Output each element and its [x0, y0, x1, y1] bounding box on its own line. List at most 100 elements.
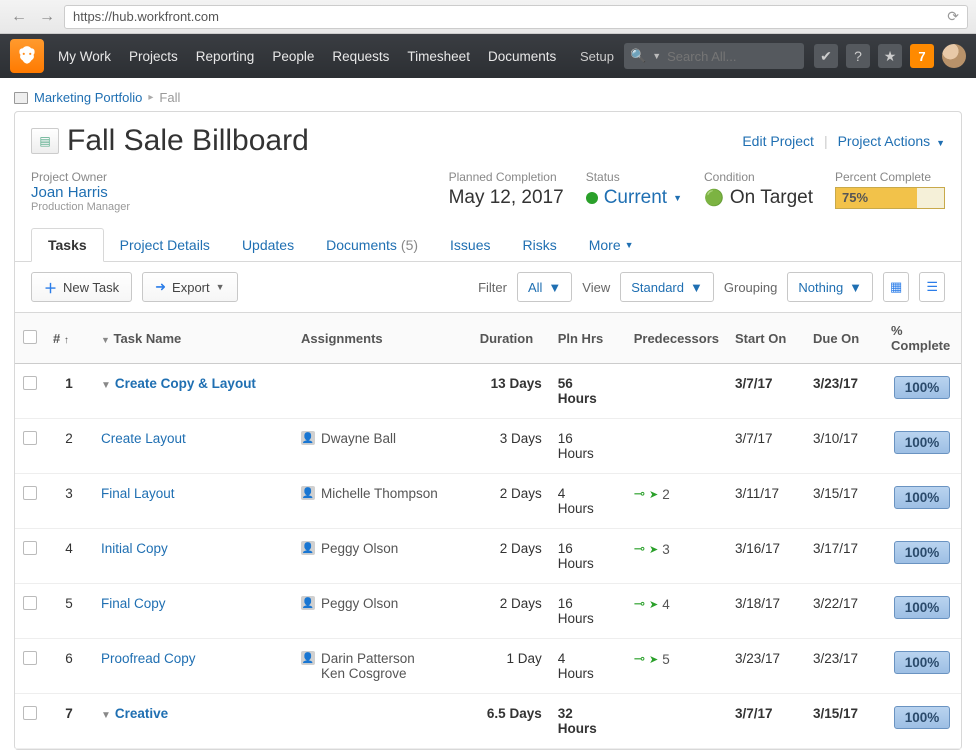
arrow-icon: ➤ — [649, 543, 658, 556]
lion-icon — [14, 43, 40, 69]
predecessor-link[interactable]: ⊸➤ 3 — [634, 541, 670, 557]
new-task-button[interactable]: ＋New Task — [31, 272, 132, 302]
table-row: 4Initial Copy👤Peggy Olson2 Days16Hours⊸➤… — [15, 529, 961, 584]
task-name-link[interactable]: Create Layout — [101, 431, 186, 446]
grouping-dropdown[interactable]: Nothing ▼ — [787, 272, 873, 302]
due-date-cell: 3/15/17 — [805, 474, 883, 529]
col-task-name[interactable]: ▼ Task Name — [93, 313, 293, 364]
assignee-name[interactable]: Michelle Thompson — [321, 486, 438, 501]
nav-reporting[interactable]: Reporting — [196, 49, 255, 64]
person-icon: 👤 — [301, 596, 315, 610]
assignee-name[interactable]: Darin Patterson — [321, 651, 415, 666]
tab-documents[interactable]: Documents (5) — [310, 228, 434, 262]
percent-complete-button[interactable]: 100% — [894, 486, 950, 509]
planned-hours-cell: 56Hours — [550, 364, 626, 419]
assignee-name[interactable]: Peggy Olson — [321, 596, 398, 611]
tab-updates[interactable]: Updates — [226, 228, 310, 262]
row-checkbox[interactable] — [23, 486, 37, 500]
nav-people[interactable]: People — [272, 49, 314, 64]
tab-risks[interactable]: Risks — [507, 228, 573, 262]
predecessor-link[interactable]: ⊸➤ 5 — [634, 651, 670, 667]
col-start-on[interactable]: Start On — [727, 313, 805, 364]
predecessor-link[interactable]: ⊸➤ 2 — [634, 486, 670, 502]
assignee-name[interactable]: Peggy Olson — [321, 541, 398, 556]
col-due-on[interactable]: Due On — [805, 313, 883, 364]
nav-documents[interactable]: Documents — [488, 49, 556, 64]
help-icon[interactable]: ? — [846, 44, 870, 68]
percent-complete-button[interactable]: 100% — [894, 376, 950, 399]
tab-more[interactable]: More ▼ — [573, 228, 650, 262]
assignee-name[interactable]: Ken Cosgrove — [321, 666, 415, 681]
notifications-badge[interactable]: 7 — [910, 44, 934, 68]
col-planned-hours[interactable]: Pln Hrs — [550, 313, 626, 364]
assignee-name[interactable]: Dwayne Ball — [321, 431, 396, 446]
planned-hours-cell: 4Hours — [550, 639, 626, 694]
nav-setup[interactable]: Setup — [580, 49, 614, 64]
browser-forward-button[interactable]: → — [36, 6, 58, 28]
view-gantt-toggle[interactable]: ☰ — [919, 272, 945, 302]
task-name-link[interactable]: Create Copy & Layout — [115, 376, 256, 391]
expand-toggle-icon[interactable]: ▼ — [101, 380, 111, 391]
percent-complete-button[interactable]: 100% — [894, 431, 950, 454]
row-checkbox[interactable] — [23, 596, 37, 610]
planned-hours-cell: 16Hours — [550, 529, 626, 584]
col-percent-complete[interactable]: % Complete — [883, 313, 961, 364]
col-predecessors[interactable]: Predecessors — [626, 313, 727, 364]
search-scope-caret-icon[interactable]: ▼ — [652, 51, 661, 61]
percent-complete-button[interactable]: 100% — [894, 541, 950, 564]
grouping-label: Grouping — [724, 280, 777, 295]
reload-icon[interactable]: ⟳ — [947, 8, 959, 25]
row-number: 6 — [45, 639, 93, 694]
approvals-icon[interactable]: ✔ — [814, 44, 838, 68]
task-name-link[interactable]: Initial Copy — [101, 541, 168, 556]
filter-dropdown[interactable]: All ▼ — [517, 272, 572, 302]
start-date-cell: 3/7/17 — [727, 694, 805, 749]
breadcrumb-root[interactable]: Marketing Portfolio — [34, 90, 142, 105]
row-checkbox[interactable] — [23, 376, 37, 390]
task-name-link[interactable]: Creative — [115, 706, 168, 721]
tab-project-details[interactable]: Project Details — [104, 228, 226, 262]
owner-name[interactable]: Joan Harris — [31, 184, 130, 201]
export-button[interactable]: ➜Export ▼ — [142, 272, 237, 302]
col-number[interactable]: # ↑ — [45, 313, 93, 364]
view-list-toggle[interactable]: ▦ — [883, 272, 909, 302]
row-checkbox[interactable] — [23, 431, 37, 445]
search-input[interactable] — [667, 49, 787, 64]
caret-down-icon: ▼ — [849, 280, 862, 295]
predecessor-link[interactable]: ⊸➤ 4 — [634, 596, 670, 612]
task-name-link[interactable]: Proofread Copy — [101, 651, 196, 666]
browser-back-button[interactable]: ← — [8, 6, 30, 28]
status-dropdown[interactable]: Current ▼ — [586, 187, 682, 209]
app-logo[interactable] — [10, 39, 44, 73]
planned-hours-cell: 32Hours — [550, 694, 626, 749]
col-assignments[interactable]: Assignments — [293, 313, 472, 364]
view-dropdown[interactable]: Standard ▼ — [620, 272, 714, 302]
row-checkbox[interactable] — [23, 651, 37, 665]
browser-url-field[interactable]: https://hub.workfront.com ⟳ — [64, 5, 968, 29]
project-actions-dropdown[interactable]: Project Actions ▼ — [838, 133, 945, 149]
row-checkbox[interactable] — [23, 706, 37, 720]
duration-cell: 3 Days — [472, 419, 550, 474]
user-avatar[interactable] — [942, 44, 966, 68]
task-name-link[interactable]: Final Copy — [101, 596, 166, 611]
table-row: 6Proofread Copy👤Darin PattersonKen Cosgr… — [15, 639, 961, 694]
favorites-icon[interactable]: ★ — [878, 44, 902, 68]
row-checkbox[interactable] — [23, 541, 37, 555]
global-search[interactable]: 🔍 ▼ — [624, 43, 804, 69]
nav-my-work[interactable]: My Work — [58, 49, 111, 64]
nav-timesheet[interactable]: Timesheet — [407, 49, 470, 64]
tab-issues[interactable]: Issues — [434, 228, 506, 262]
tab-tasks[interactable]: Tasks — [31, 228, 104, 262]
col-duration[interactable]: Duration — [472, 313, 550, 364]
nav-requests[interactable]: Requests — [332, 49, 389, 64]
percent-complete-button[interactable]: 100% — [894, 706, 950, 729]
nav-projects[interactable]: Projects — [129, 49, 178, 64]
edit-project-link[interactable]: Edit Project — [742, 133, 814, 149]
planned-completion-value: May 12, 2017 — [449, 187, 564, 209]
row-number: 2 — [45, 419, 93, 474]
percent-complete-button[interactable]: 100% — [894, 596, 950, 619]
col-checkbox[interactable] — [15, 313, 45, 364]
task-name-link[interactable]: Final Layout — [101, 486, 175, 501]
expand-toggle-icon[interactable]: ▼ — [101, 710, 111, 721]
percent-complete-button[interactable]: 100% — [894, 651, 950, 674]
